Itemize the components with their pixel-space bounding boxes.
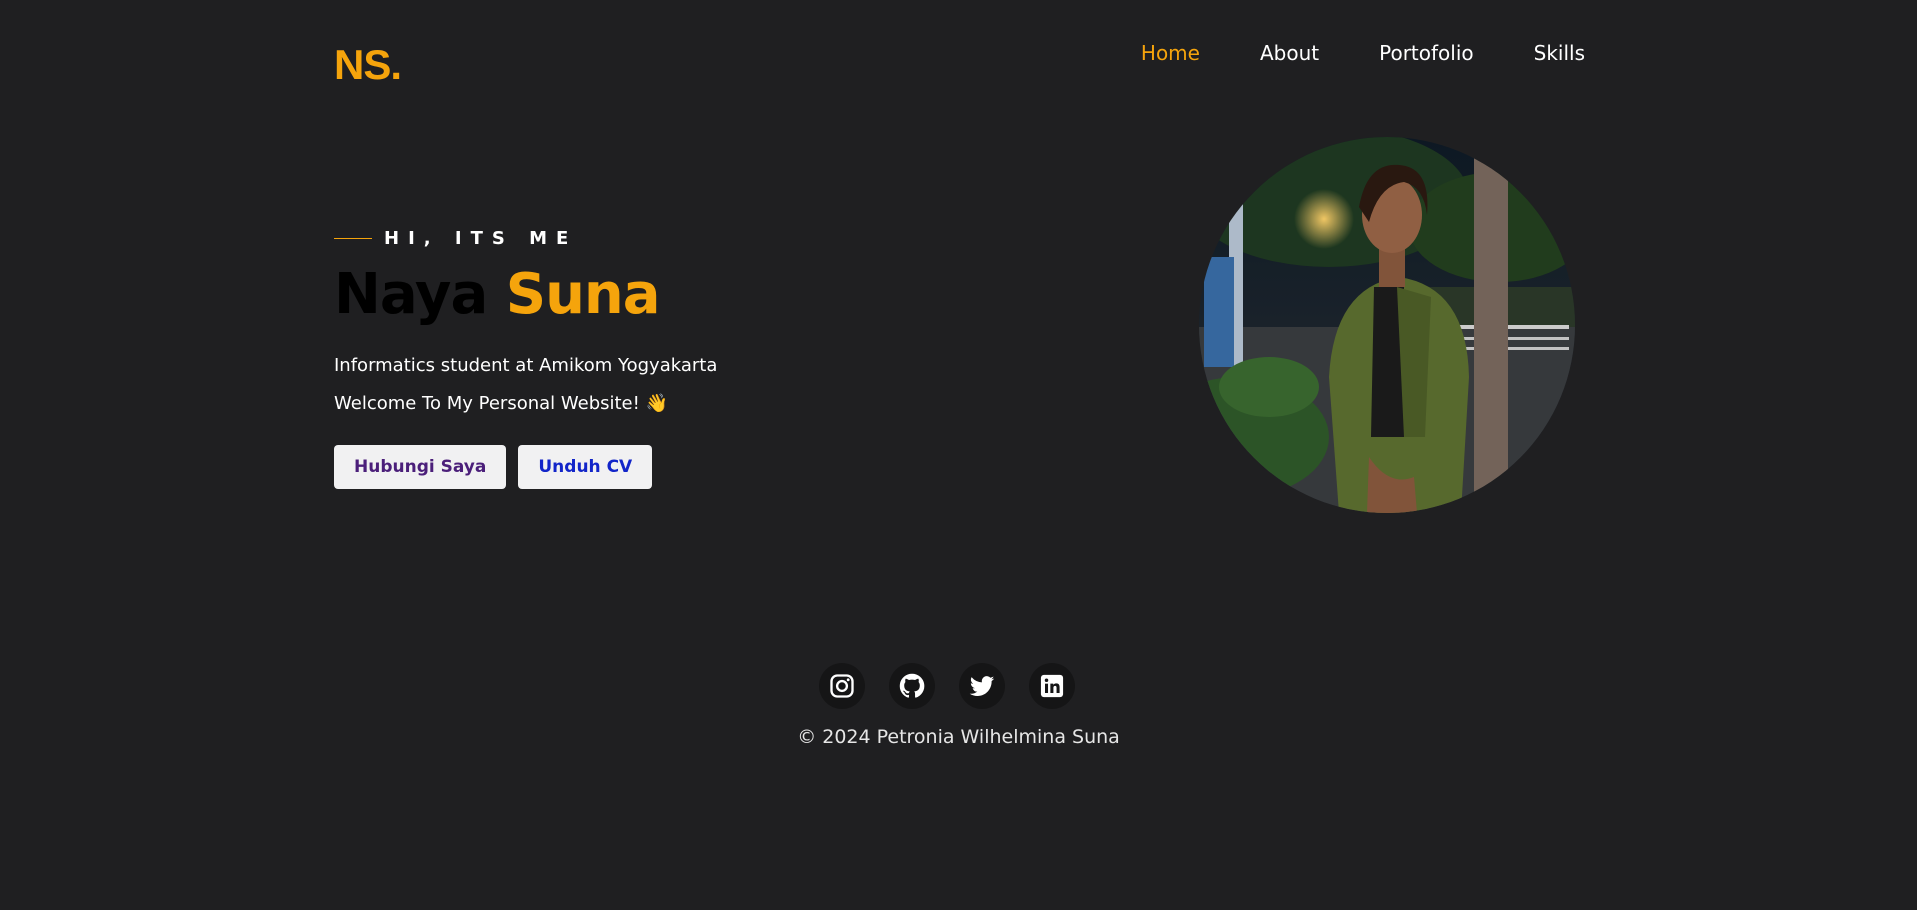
twitter-link[interactable] <box>959 663 1005 709</box>
page: NS. Home About Portofolio Skills HI, ITS… <box>0 0 1917 910</box>
hero-description: Informatics student at Amikom Yogyakarta… <box>334 347 717 423</box>
nav-portofolio[interactable]: Portofolio <box>1379 40 1474 66</box>
hero-actions: Hubungi Saya Unduh CV <box>334 445 717 489</box>
profile-photo <box>1199 137 1575 513</box>
instagram-icon <box>830 674 854 698</box>
greeting-line <box>334 238 372 239</box>
hero-name-first: Naya <box>334 262 488 327</box>
hero-intro: HI, ITS ME Naya Suna Informatics student… <box>334 228 717 489</box>
greeting-text: HI, ITS ME <box>384 228 578 249</box>
linkedin-link[interactable] <box>1029 663 1075 709</box>
main-nav: Home About Portofolio Skills <box>1141 40 1585 66</box>
contact-button[interactable]: Hubungi Saya <box>334 445 507 489</box>
hero-subtitle: Informatics student at Amikom Yogyakarta <box>334 355 718 376</box>
nav-skills[interactable]: Skills <box>1534 40 1585 66</box>
site-logo[interactable]: NS. <box>334 40 402 90</box>
nav-home[interactable]: Home <box>1141 40 1200 66</box>
hero-welcome: Welcome To My Personal Website! 👋 <box>334 393 668 414</box>
github-link[interactable] <box>889 663 935 709</box>
social-links <box>819 663 1075 709</box>
instagram-link[interactable] <box>819 663 865 709</box>
hero-name-last: Suna <box>505 262 661 327</box>
hero-name: Naya Suna <box>334 259 717 331</box>
nav-about[interactable]: About <box>1260 40 1319 66</box>
greeting: HI, ITS ME <box>334 228 717 249</box>
profile-photo-illustration <box>1199 137 1575 513</box>
github-icon <box>899 673 925 698</box>
linkedin-icon <box>1040 674 1064 698</box>
download-cv-button[interactable]: Unduh CV <box>518 445 653 489</box>
copyright: © 2024 Petronia Wilhelmina Suna <box>797 726 1120 748</box>
twitter-icon <box>969 676 995 696</box>
